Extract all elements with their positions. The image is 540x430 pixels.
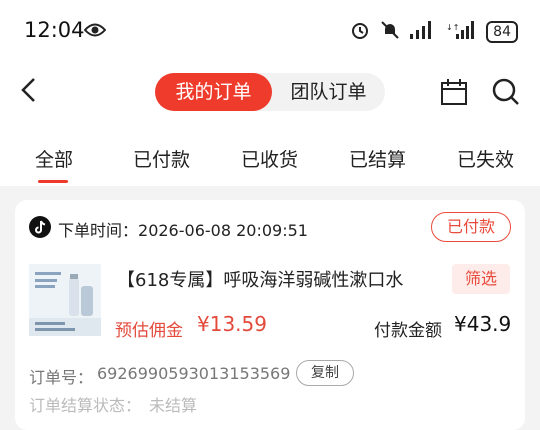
calendar-icon[interactable] xyxy=(440,78,468,110)
commission-label: 预估佣金 xyxy=(115,321,183,341)
status-badge: 已付款 xyxy=(431,212,511,242)
product-thumbnail[interactable] xyxy=(29,264,101,336)
order-type-switch: 我的订单 团队订单 xyxy=(155,73,385,111)
battery-icon: 84 xyxy=(486,21,518,43)
order-time: 下单时间：2026-06-08 20:09:51 xyxy=(58,221,308,240)
order-card[interactable]: 下单时间：2026-06-08 20:09:51 已付款 【618专属】呼吸海洋… xyxy=(15,200,525,430)
copy-button[interactable]: 复制 xyxy=(296,360,354,386)
status-bar: 12:04 ↓↑ 84 xyxy=(0,0,540,62)
mute-icon xyxy=(380,20,400,44)
order-number: 6926990593013153569 xyxy=(97,364,291,383)
settle-status-value: 未结算 xyxy=(149,396,198,415)
douyin-icon xyxy=(29,216,51,238)
header: 我的订单 团队订单 xyxy=(0,62,540,122)
svg-text:↓↑: ↓↑ xyxy=(446,23,459,32)
back-icon[interactable] xyxy=(18,76,40,108)
tab-settled[interactable]: 已结算 xyxy=(349,145,406,172)
signal-icon xyxy=(410,21,436,43)
order-number-label: 订单号： xyxy=(29,368,94,387)
search-icon[interactable] xyxy=(491,77,521,111)
payment-value: ¥43.9 xyxy=(454,312,512,336)
tab-received[interactable]: 已收货 xyxy=(241,145,298,172)
settle-status-label: 订单结算状态： xyxy=(29,396,142,415)
tab-expired[interactable]: 已失效 xyxy=(457,145,514,172)
product-title[interactable]: 【618专属】呼吸海洋弱碱性漱口水 xyxy=(117,266,437,292)
alarm-icon xyxy=(350,20,370,44)
tab-indicator xyxy=(38,180,68,183)
status-tabs: 全部 已付款 已收货 已结算 已失效 xyxy=(0,122,540,186)
payment-label: 付款金额 xyxy=(374,321,442,341)
tab-all[interactable]: 全部 xyxy=(35,145,73,172)
tab-my-orders[interactable]: 我的订单 xyxy=(155,73,272,111)
tab-team-orders[interactable]: 团队订单 xyxy=(272,73,385,111)
eye-icon xyxy=(83,22,107,42)
status-time: 12:04 xyxy=(24,18,85,42)
tab-paid[interactable]: 已付款 xyxy=(133,145,190,172)
commission-value: ¥13.59 xyxy=(197,312,267,336)
filter-button[interactable]: 筛选 xyxy=(452,264,510,294)
signal-icon-2: ↓↑ xyxy=(446,21,476,43)
